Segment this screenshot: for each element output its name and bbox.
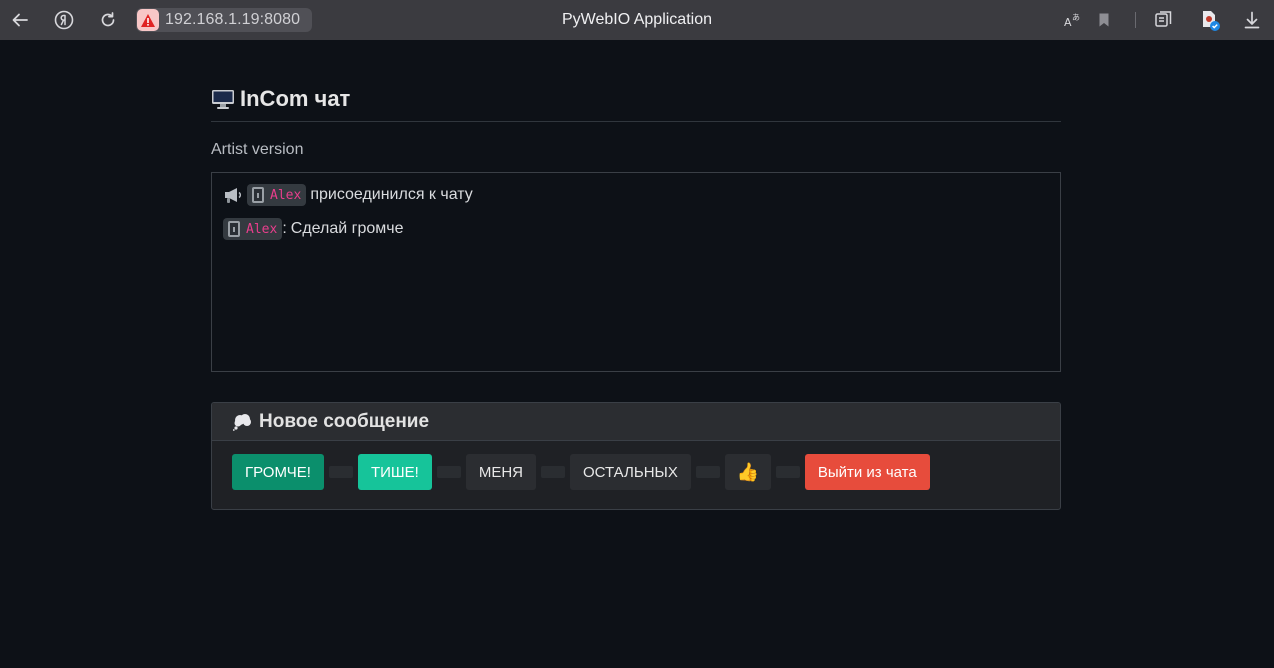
browser-toolbar: 192.168.1.19:8080 PyWebIO Application Aあ <box>0 0 1274 40</box>
quieter-button[interactable]: ТИШЕ! <box>357 454 432 490</box>
user-badge: Alex <box>247 184 307 206</box>
compose-card: Новое сообщение ГРОМЧЕ! ТИШЕ! МЕНЯ ОСТАЛ… <box>211 402 1061 510</box>
thought-bubble-icon <box>232 413 254 431</box>
svg-text:あ: あ <box>1072 13 1080 22</box>
url-text: 192.168.1.19:8080 <box>165 11 301 28</box>
bookmark-icon[interactable] <box>1092 8 1116 32</box>
button-spacer <box>541 466 566 478</box>
title-divider <box>211 121 1061 122</box>
address-bar[interactable]: 192.168.1.19:8080 <box>136 8 312 32</box>
megaphone-icon <box>223 186 243 204</box>
yandex-icon[interactable] <box>52 8 76 32</box>
user-name: Alex <box>270 187 302 203</box>
compose-header-text: Новое сообщение <box>259 410 430 432</box>
message-text: Сделай громче <box>290 220 404 237</box>
button-spacer <box>695 466 720 478</box>
button-spacer <box>775 466 800 478</box>
reload-icon[interactable] <box>96 8 120 32</box>
page-title: InCom чат <box>211 86 350 112</box>
action-buttons: ГРОМЧЕ! ТИШЕ! МЕНЯ ОСТАЛЬНЫХ 👍 Выйти из … <box>232 454 930 490</box>
louder-button[interactable]: ГРОМЧЕ! <box>232 454 324 490</box>
button-spacer <box>436 466 461 478</box>
message-separator: : <box>282 220 287 237</box>
button-spacer <box>328 466 353 478</box>
toolbar-divider <box>1135 12 1136 28</box>
page-title-text: InCom чат <box>240 86 351 111</box>
download-icon[interactable] <box>1240 8 1264 32</box>
extension-icon[interactable] <box>1198 8 1222 32</box>
collections-icon[interactable] <box>1152 8 1176 32</box>
others-button[interactable]: ОСТАЛЬНЫХ <box>570 454 691 490</box>
page-subtitle: Artist version <box>211 141 304 158</box>
user-badge: Alex <box>223 218 283 240</box>
leave-chat-button[interactable]: Выйти из чата <box>804 454 930 490</box>
svg-text:A: A <box>1064 16 1072 29</box>
arrow-left-icon[interactable] <box>8 8 32 32</box>
chat-message: Alex присоединился к чату <box>223 184 473 206</box>
thumbs-up-button[interactable]: 👍 <box>724 454 771 490</box>
mobile-phone-icon <box>252 187 264 203</box>
me-button[interactable]: МЕНЯ <box>465 454 537 490</box>
translate-icon[interactable]: Aあ <box>1061 8 1085 32</box>
mobile-phone-icon <box>228 221 240 237</box>
chat-log[interactable]: Alex присоединился к чату Alex : Сделай … <box>211 172 1061 372</box>
chat-message: Alex : Сделай громче <box>223 218 404 240</box>
message-text: присоединился к чату <box>310 186 473 203</box>
user-name: Alex <box>246 221 278 237</box>
desktop-computer-icon <box>211 88 235 110</box>
compose-header: Новое сообщение <box>212 403 1060 441</box>
warning-icon[interactable] <box>137 9 159 31</box>
